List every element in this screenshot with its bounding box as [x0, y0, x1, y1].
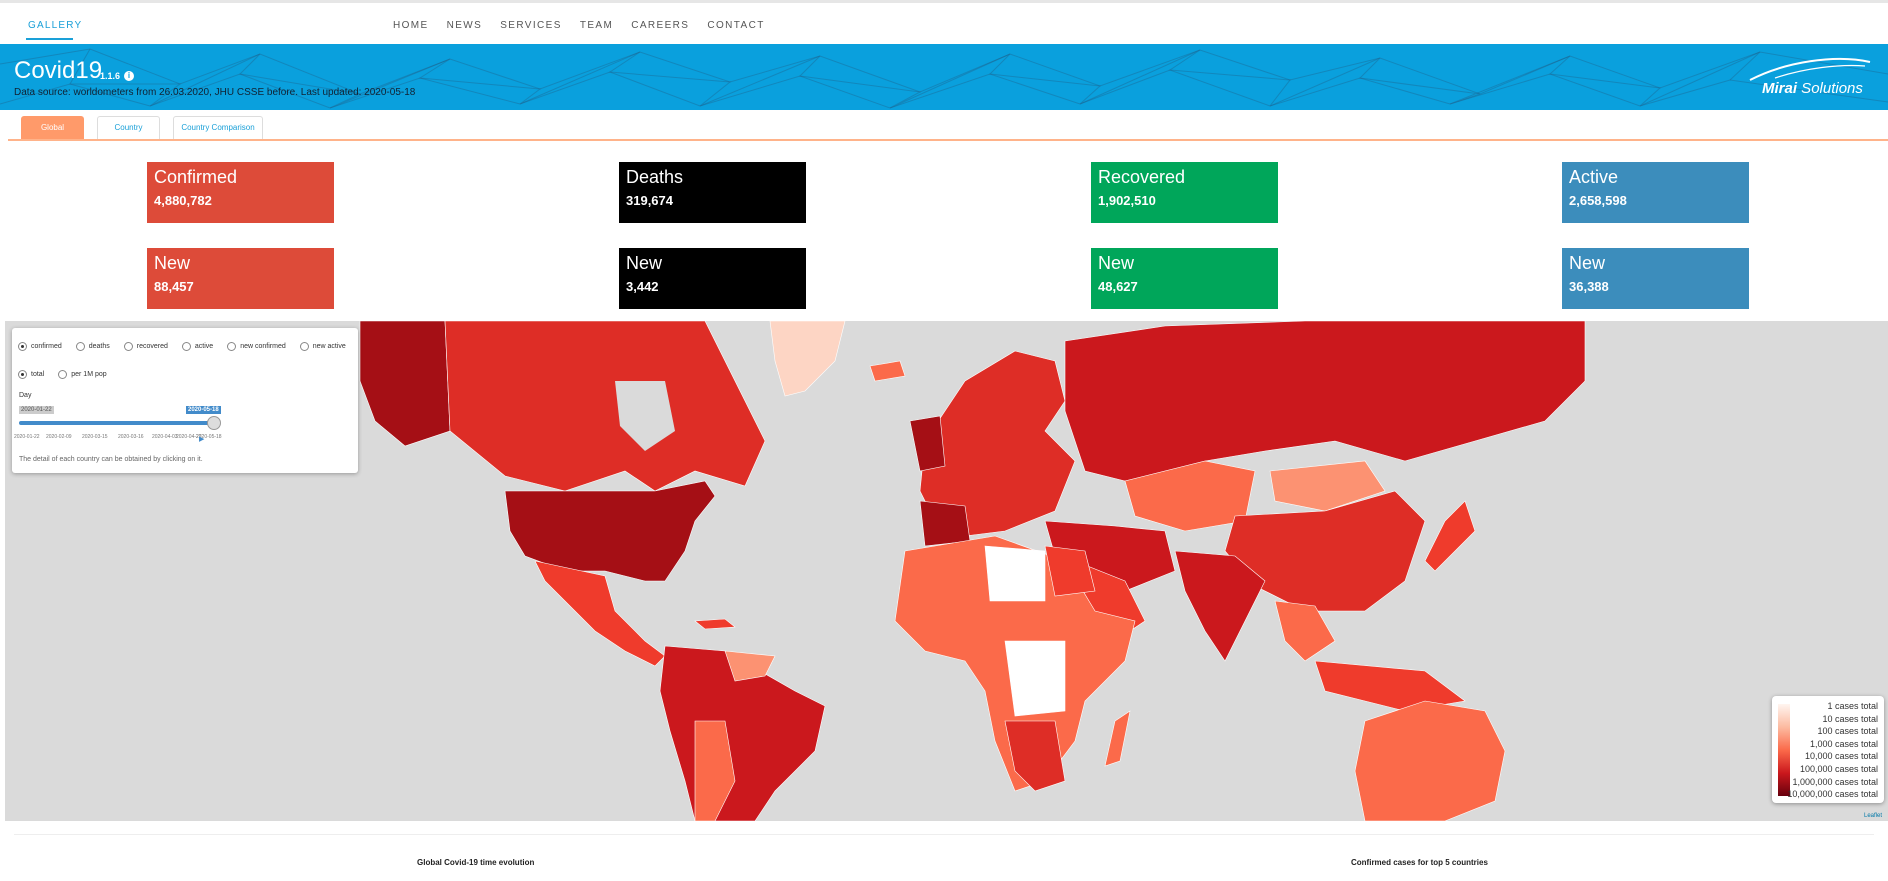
recovered-label: Recovered [1098, 167, 1186, 187]
day-slider-label: Day [19, 392, 32, 399]
day-slider-handle[interactable] [207, 416, 221, 430]
radio-dot-icon [299, 342, 309, 351]
map-legend: 1 cases total 10 cases total 100 cases t… [1772, 696, 1884, 803]
nav-news-link[interactable]: NEWS [447, 20, 483, 31]
data-source-subtitle: Data source: worldometers from 26.03.202… [14, 87, 416, 98]
top-navbar: GALLERY HOME NEWS SERVICES TEAM CAREERS … [0, 3, 1888, 45]
slider-current-value: 2020-05-18 [186, 406, 221, 414]
new-recovered-box: New 48,627 [1091, 248, 1278, 309]
recovered-box: Recovered 1,902,510 [1091, 162, 1278, 223]
app-version: 1.1.6 [100, 71, 121, 81]
active-nav-underline [26, 38, 73, 40]
active-value: 2,658,598 [1569, 193, 1627, 208]
tab-global[interactable]: Global [21, 116, 84, 139]
radio-active[interactable]: active [181, 342, 213, 351]
tab-underline [8, 139, 1888, 141]
confirmed-label: Confirmed [154, 167, 238, 187]
recovered-value: 1,902,510 [1098, 193, 1156, 208]
time-evolution-title: Global Covid-19 time evolution [417, 858, 535, 867]
new-confirmed-label: New [154, 253, 191, 273]
legend-entry: 10 cases total [1822, 713, 1878, 724]
nav-links: HOME NEWS SERVICES TEAM CAREERS CONTACT [393, 20, 765, 31]
deaths-value: 319,674 [626, 193, 673, 208]
new-confirmed-value: 88,457 [154, 279, 194, 294]
map-controls-panel: confirmed deaths recovered active new co… [12, 328, 358, 473]
new-active-value: 36,388 [1569, 279, 1609, 294]
leaflet-attribution-link[interactable]: Leaflet [1864, 813, 1882, 819]
play-icon[interactable]: ▶ [199, 435, 204, 443]
metric-radio-group: confirmed deaths recovered active new co… [18, 342, 346, 351]
slider-min-value: 2020-01-22 [19, 406, 54, 414]
legend-entry: 10,000,000 cases total [1787, 789, 1878, 800]
top5-countries-title: Confirmed cases for top 5 countries [1351, 858, 1488, 867]
legend-entry: 1,000 cases total [1809, 738, 1878, 749]
new-deaths-box: New 3,442 [619, 248, 806, 309]
logo-text: Mirai Solutions [1762, 80, 1863, 97]
logo-swoosh-icon [1749, 57, 1871, 81]
app-header-banner: Covid19 1.1.6 i Data source: worldometer… [0, 44, 1888, 110]
radio-total[interactable]: total [18, 370, 44, 379]
radio-dot-icon [227, 342, 237, 351]
legend-entry: 1 cases total [1827, 701, 1878, 711]
day-slider-track[interactable] [19, 421, 215, 425]
nav-contact-link[interactable]: CONTACT [707, 20, 764, 31]
radio-confirmed[interactable]: confirmed [18, 342, 62, 351]
active-box: Active 2,658,598 [1562, 162, 1749, 223]
deaths-box: Deaths 319,674 [619, 162, 806, 223]
legend-entry: 1,000,000 cases total [1792, 776, 1878, 787]
legend-entry: 100,000 cases total [1799, 763, 1878, 774]
active-label: Active [1569, 167, 1619, 187]
confirmed-box: Confirmed 4,880,782 [147, 162, 334, 223]
radio-dot-icon [58, 370, 68, 379]
radio-recovered[interactable]: recovered [123, 342, 168, 351]
slider-tick-label: 2020-03-15 [82, 434, 108, 440]
tab-bar: Global Country Country Comparison [0, 115, 1888, 141]
app-title: Covid19 [14, 57, 103, 84]
slider-tick-label: 2020-04-03 [152, 434, 178, 440]
legend-labels: 1 cases total 10 cases total 100 cases t… [1787, 700, 1878, 801]
section-divider [14, 834, 1874, 835]
radio-new-confirmed[interactable]: new confirmed [227, 342, 286, 351]
slider-tick-label: 2020-02-09 [46, 434, 72, 440]
slider-tick-label: 2020-03-16 [118, 434, 144, 440]
radio-deaths[interactable]: deaths [75, 342, 110, 351]
deaths-label: Deaths [626, 167, 684, 187]
info-icon[interactable]: i [124, 71, 134, 81]
scale-radio-group: total per 1M pop [18, 370, 107, 379]
tab-country[interactable]: Country [97, 116, 160, 139]
new-active-box: New 36,388 [1562, 248, 1749, 309]
radio-new-active[interactable]: new active [299, 342, 346, 351]
new-deaths-label: New [626, 253, 663, 273]
nav-careers-link[interactable]: CAREERS [631, 20, 689, 31]
radio-dot-icon [181, 342, 191, 351]
network-pattern-background [0, 48, 1888, 109]
nav-team-link[interactable]: TEAM [580, 20, 613, 31]
mirai-solutions-logo[interactable]: Mirai Solutions [1745, 52, 1875, 102]
nav-services-link[interactable]: SERVICES [500, 20, 562, 31]
slider-tick-label: 2020-01-22 [14, 434, 40, 440]
legend-entry: 10,000 cases total [1804, 751, 1878, 762]
radio-per-1m-pop[interactable]: per 1M pop [58, 370, 107, 379]
new-deaths-value: 3,442 [626, 279, 659, 294]
radio-dot-icon [123, 342, 133, 351]
nav-home-link[interactable]: HOME [393, 20, 429, 31]
nav-gallery-link[interactable]: GALLERY [28, 20, 82, 31]
radio-dot-icon [18, 342, 27, 351]
new-active-label: New [1569, 253, 1606, 273]
map-hint-text: The detail of each country can be obtain… [19, 456, 203, 463]
new-recovered-label: New [1098, 253, 1135, 273]
radio-dot-icon [18, 370, 27, 379]
new-confirmed-box: New 88,457 [147, 248, 334, 309]
tab-country-comparison[interactable]: Country Comparison [173, 116, 263, 139]
new-recovered-value: 48,627 [1098, 279, 1138, 294]
confirmed-value: 4,880,782 [154, 193, 212, 208]
radio-dot-icon [75, 342, 85, 351]
legend-entry: 100 cases total [1817, 726, 1878, 737]
